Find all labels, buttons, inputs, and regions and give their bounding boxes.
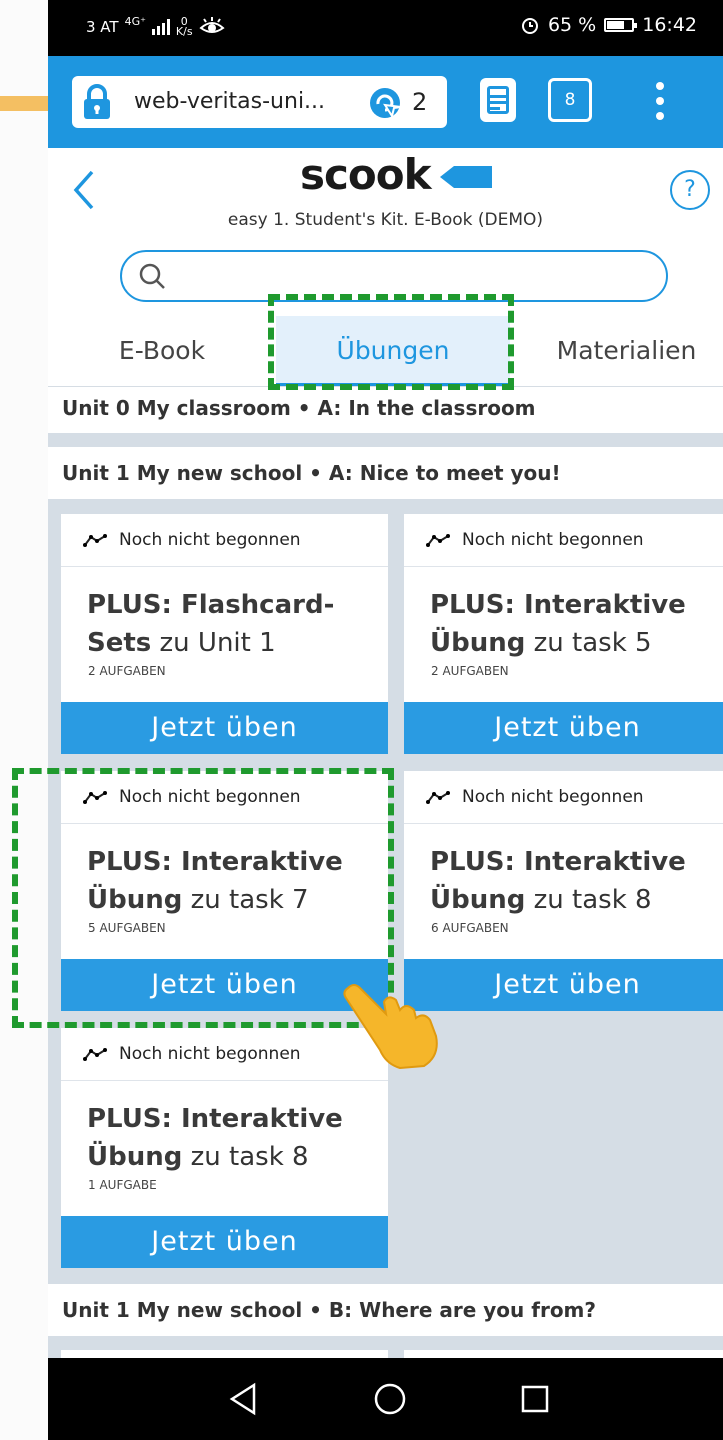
tab-highlight-box: [268, 294, 514, 390]
signal-icon: [151, 19, 170, 35]
exercise-card: Noch nicht begonnen PLUS: Interaktive Üb…: [61, 1028, 388, 1268]
carrier-label: 3 AT: [86, 18, 119, 36]
exercise-card: Noch nicht begonnen PLUS: Interaktive Üb…: [404, 771, 723, 1011]
app-header: scook easy 1. Student's Kit. E-Book (DEM…: [48, 148, 723, 239]
status-bar: 3 AT 4G⁺ 0 K/s 65 % 16:42: [48, 0, 723, 56]
network-type: 4G⁺: [124, 14, 146, 28]
status-text: Noch nicht begonnen: [462, 787, 644, 807]
task-count: 1 AUFGABE: [88, 1178, 157, 1192]
data-speed: 0 K/s: [175, 16, 193, 38]
tab-materialien[interactable]: Materialien: [510, 316, 723, 386]
section-header[interactable]: Unit 1 My new school • B: Where are you …: [48, 1284, 723, 1336]
status-text: Noch nicht begonnen: [119, 1044, 301, 1064]
clock: 16:42: [642, 14, 697, 36]
home-circle-icon[interactable]: [373, 1382, 407, 1416]
card-status: Noch nicht begonnen: [404, 514, 723, 567]
url-text: web-veritas-uni...: [134, 89, 326, 114]
speed-unit: K/s: [175, 25, 193, 38]
practice-now-button[interactable]: Jetzt üben: [61, 702, 388, 754]
search-icon: [139, 263, 165, 289]
status-text: Noch nicht begonnen: [119, 530, 301, 550]
exercise-card: Noch nicht begonnen PLUS: Interaktive Üb…: [404, 514, 723, 754]
progress-line-icon: [83, 1048, 107, 1061]
card-highlight-box: [12, 768, 394, 1028]
exercise-card: Noch nicht begonnen PLUS: Flashcard-Sets…: [61, 514, 388, 754]
lock-icon: [84, 84, 110, 119]
card-title-rest: zu Unit 1: [159, 628, 276, 658]
task-count: 2 AUFGABEN: [88, 664, 166, 678]
section-header[interactable]: Unit 0 My classroom • A: In the classroo…: [48, 387, 723, 433]
chevron-left-icon[interactable]: [68, 168, 100, 212]
recents-square-icon[interactable]: [520, 1384, 550, 1414]
pointing-hand-icon: [343, 984, 438, 1070]
practice-now-button[interactable]: Jetzt üben: [404, 702, 723, 754]
tab-ebook[interactable]: E-Book: [48, 316, 276, 386]
card-status: Noch nicht begonnen: [61, 1028, 388, 1081]
alarm-icon: [521, 18, 538, 34]
card-title: PLUS: Interaktive Übung zu task 8: [430, 843, 723, 919]
progress-line-icon: [83, 534, 107, 547]
task-count: 6 AUFGABEN: [431, 921, 509, 935]
url-bar[interactable]: web-veritas-uni... 2: [72, 76, 447, 128]
phone-screen: 3 AT 4G⁺ 0 K/s 65 % 16:42 web-veritas-un…: [48, 0, 723, 1440]
battery-icon: [604, 18, 638, 32]
card-title-rest: zu task 8: [190, 1142, 309, 1172]
card-title: PLUS: Interaktive Übung zu task 8: [87, 1100, 383, 1176]
back-triangle-icon[interactable]: [228, 1382, 258, 1416]
reload-count: 2: [412, 88, 428, 116]
practice-now-button[interactable]: Jetzt üben: [61, 1216, 388, 1268]
more-vert-icon[interactable]: [652, 82, 668, 122]
practice-now-button[interactable]: Jetzt üben: [404, 959, 723, 1011]
left-margin: [0, 0, 48, 1440]
browser-toolbar: web-veritas-uni... 2 8: [48, 56, 723, 148]
logo: scook: [300, 150, 432, 199]
card-title: PLUS: Interaktive Übung zu task 5: [430, 586, 723, 662]
highlight-accent-bar: [0, 96, 50, 111]
card-title-rest: zu task 8: [533, 885, 652, 915]
reader-mode-button[interactable]: [480, 78, 516, 122]
progress-line-icon: [426, 534, 450, 547]
battery-percent: 65 %: [547, 14, 597, 36]
reload-icon[interactable]: [368, 86, 402, 120]
logo-mark-icon: [440, 166, 492, 188]
section-header[interactable]: Unit 1 My new school • A: Nice to meet y…: [48, 447, 723, 499]
eye-icon: [198, 17, 225, 33]
progress-line-icon: [426, 791, 450, 804]
card-title-rest: zu task 5: [533, 628, 652, 658]
system-nav-bar: [48, 1358, 723, 1440]
help-icon[interactable]: ?: [670, 170, 710, 210]
card-status: Noch nicht begonnen: [404, 771, 723, 824]
status-text: Noch nicht begonnen: [462, 530, 644, 550]
task-count: 2 AUFGABEN: [431, 664, 509, 678]
card-status: Noch nicht begonnen: [61, 514, 388, 567]
book-subtitle: easy 1. Student's Kit. E-Book (DEMO): [227, 210, 544, 230]
card-title: PLUS: Flashcard-Sets zu Unit 1: [87, 586, 383, 662]
tab-count-button[interactable]: 8: [548, 78, 592, 122]
